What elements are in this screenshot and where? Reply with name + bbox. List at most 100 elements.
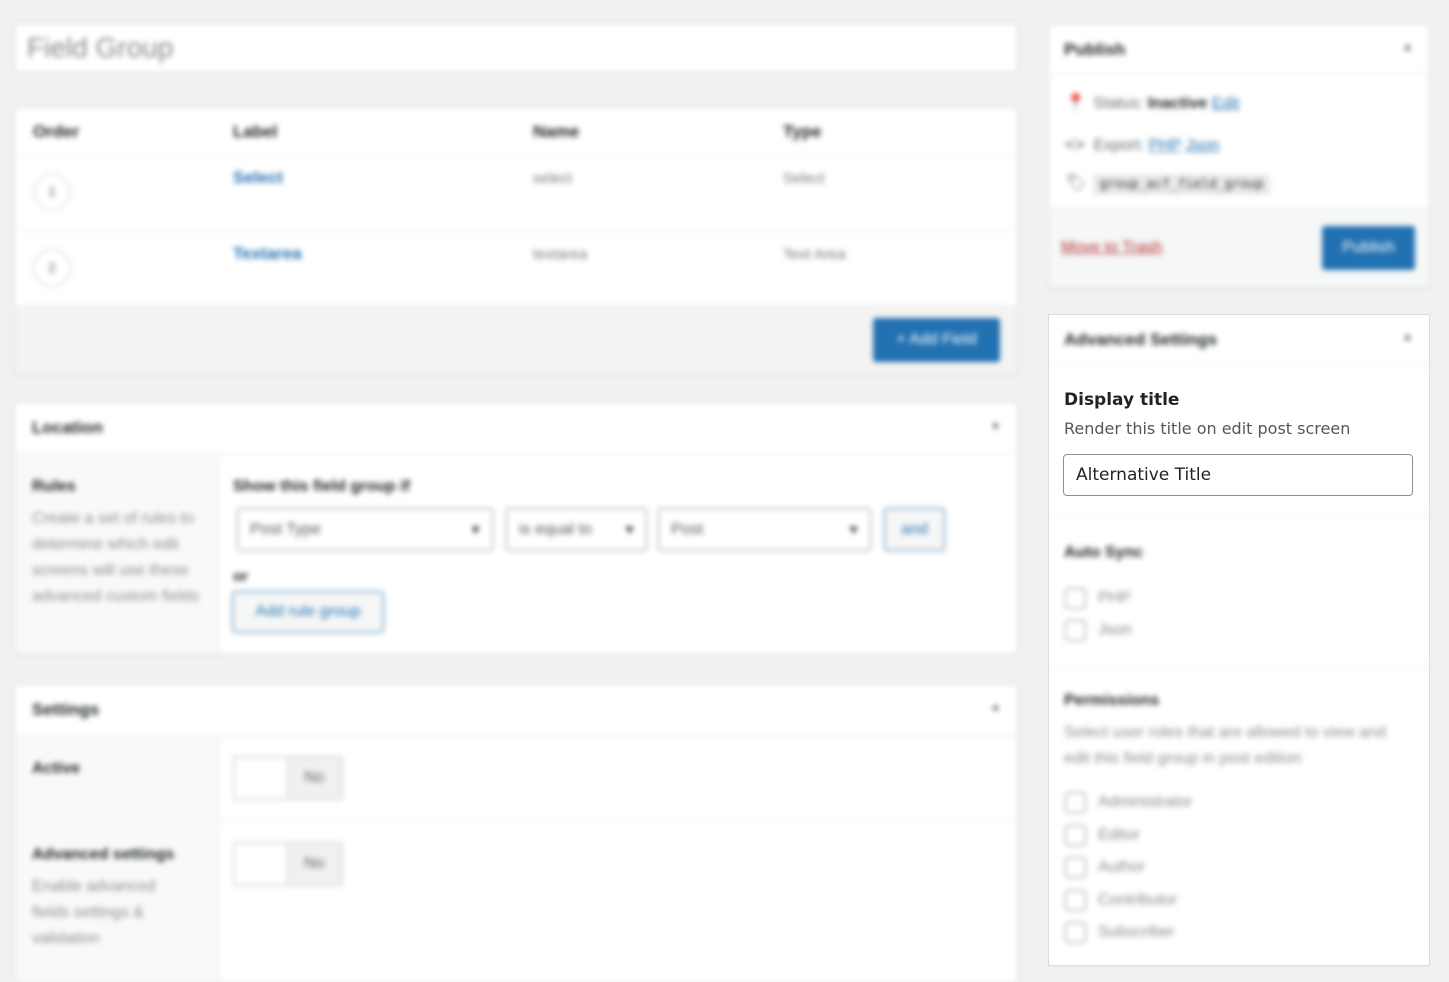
display-title-description: Render this title on edit post screen — [1064, 419, 1351, 438]
checkbox-label: Contributor — [1098, 891, 1178, 909]
rules-label: Rules — [32, 478, 76, 495]
chevron-down-icon: ▼ — [623, 522, 636, 537]
advanced-settings-description: Enable advanced fields settings & valida… — [32, 878, 156, 947]
status-edit-link[interactable]: Edit — [1212, 95, 1240, 112]
move-to-trash-link[interactable]: Move to Trash — [1061, 239, 1162, 257]
permissions-title: Permissions — [1064, 692, 1160, 709]
field-group-title-input[interactable]: Field Group — [14, 22, 1018, 73]
settings-box: Settings ▲ Active Advanced settings Enab… — [14, 684, 1018, 982]
rules-description: Create a set of rules to determine which… — [32, 510, 200, 605]
location-box: Location ▲ Rules Create a set of rules t… — [14, 402, 1018, 655]
checkbox-label: Subscriber — [1098, 923, 1175, 941]
publish-title: Publish — [1064, 40, 1126, 59]
or-label: or — [233, 568, 248, 585]
role-subscriber-checkbox[interactable]: Subscriber — [1065, 922, 1174, 944]
export-row: <> Export: PHP Json — [1065, 135, 1219, 155]
publish-header[interactable]: Publish ▲ — [1049, 25, 1429, 75]
toggle-knob — [235, 758, 288, 798]
toggle-state: No — [304, 769, 325, 786]
checkbox-label: Json — [1098, 621, 1132, 639]
checkbox-label: Author — [1098, 858, 1146, 876]
field-type: Text Area — [783, 246, 846, 263]
toggle-knob — [235, 844, 288, 884]
fields-table-header: Order Label Name Type — [15, 108, 1017, 156]
collapse-arrow-icon[interactable]: ▲ — [1402, 331, 1413, 343]
display-title-label: Display title — [1064, 390, 1180, 410]
tag-icon: 🏷 — [1065, 173, 1087, 192]
publish-box: Publish ▲ 📍 Status: Inactive Edit <> Exp… — [1048, 24, 1430, 288]
table-row[interactable]: 1 Select select Select — [15, 156, 1017, 232]
field-label-link[interactable]: Select — [233, 168, 283, 188]
field-type: Select — [783, 170, 825, 187]
toggle-state: No — [304, 855, 325, 872]
pin-icon: 📍 — [1065, 93, 1087, 112]
checkbox[interactable] — [1065, 857, 1086, 878]
export-json-link[interactable]: Json — [1186, 137, 1220, 154]
auto-sync-title: Auto Sync — [1064, 544, 1144, 561]
checkbox-label: Administrator — [1098, 793, 1193, 811]
fields-table-footer: + Add Field — [15, 306, 1017, 374]
table-row[interactable]: 2 Textarea textarea Text Area — [15, 232, 1017, 308]
checkbox[interactable] — [1065, 588, 1086, 609]
rule-value-value: Post — [671, 521, 704, 538]
column-label: Label — [233, 122, 278, 141]
permissions-description: Select user roles that are allowed to vi… — [1064, 724, 1386, 767]
active-toggle[interactable]: No — [233, 756, 343, 800]
active-label: Active — [32, 760, 81, 777]
settings-sidebar: Active Advanced settings Enable advanced… — [15, 736, 219, 982]
order-badge[interactable]: 2 — [33, 249, 71, 287]
advanced-settings-title: Advanced Settings — [1064, 330, 1218, 349]
rule-param-select[interactable]: Post Type ▼ — [237, 508, 493, 551]
collapse-arrow-icon[interactable]: ▲ — [1402, 41, 1413, 53]
location-header[interactable]: Location ▲ — [15, 403, 1017, 454]
auto-sync-php-checkbox[interactable]: PHP — [1065, 588, 1131, 610]
rule-operator-value: is equal to — [519, 521, 592, 538]
role-author-checkbox[interactable]: Author — [1065, 857, 1145, 879]
advanced-settings-box: Advanced Settings ▲ Display title Render… — [1048, 314, 1430, 966]
column-name: Name — [533, 122, 580, 141]
settings-header[interactable]: Settings ▲ — [15, 685, 1017, 736]
key-row: 🏷 group_acf_field_group — [1065, 173, 1270, 195]
fields-table: Order Label Name Type 1 Select select Se… — [14, 107, 1018, 375]
column-type: Type — [783, 122, 822, 141]
permissions-section: Permissions Select user roles that are a… — [1049, 667, 1429, 965]
rules-sidebar: Rules Create a set of rules to determine… — [15, 454, 219, 654]
publish-button[interactable]: Publish — [1322, 226, 1415, 270]
order-badge[interactable]: 1 — [33, 173, 71, 211]
rule-operator-select[interactable]: is equal to ▼ — [506, 508, 647, 551]
field-name: textarea — [533, 246, 588, 263]
field-group-key: group_acf_field_group — [1093, 174, 1270, 195]
role-editor-checkbox[interactable]: Editor — [1065, 825, 1140, 847]
role-contributor-checkbox[interactable]: Contributor — [1065, 890, 1177, 912]
rule-value-select[interactable]: Post ▼ — [658, 508, 871, 551]
show-if-label: Show this field group if — [233, 478, 410, 495]
add-rule-group-button[interactable]: Add rule group — [232, 591, 384, 633]
collapse-arrow-icon[interactable]: ▲ — [990, 701, 1001, 713]
export-label: Export: — [1093, 137, 1145, 154]
checkbox[interactable] — [1065, 922, 1086, 943]
advanced-settings-toggle[interactable]: No — [233, 842, 343, 886]
code-icon: <> — [1065, 135, 1085, 154]
column-order: Order — [33, 122, 80, 141]
export-php-link[interactable]: PHP — [1149, 137, 1182, 154]
collapse-arrow-icon[interactable]: ▲ — [990, 419, 1001, 431]
status-row: 📍 Status: Inactive Edit — [1065, 93, 1239, 113]
display-title-input[interactable]: Alternative Title — [1063, 454, 1413, 496]
and-button[interactable]: and — [884, 508, 945, 551]
chevron-down-icon: ▼ — [469, 522, 482, 537]
checkbox[interactable] — [1065, 825, 1086, 846]
checkbox[interactable] — [1065, 792, 1086, 813]
advanced-settings-header[interactable]: Advanced Settings ▲ — [1049, 315, 1429, 365]
chevron-down-icon: ▼ — [847, 522, 860, 537]
auto-sync-json-checkbox[interactable]: Json — [1065, 620, 1132, 642]
checkbox[interactable] — [1065, 890, 1086, 911]
settings-title: Settings — [32, 700, 100, 719]
field-label-link[interactable]: Textarea — [233, 244, 302, 264]
checkbox[interactable] — [1065, 620, 1086, 641]
advanced-settings-label: Advanced settings — [32, 846, 175, 863]
checkbox-label: Editor — [1098, 826, 1140, 844]
publish-footer: Move to Trash Publish — [1049, 209, 1429, 287]
status-value: Inactive — [1147, 95, 1208, 112]
add-field-button[interactable]: + Add Field — [873, 318, 1000, 362]
role-administrator-checkbox[interactable]: Administrator — [1065, 792, 1192, 814]
